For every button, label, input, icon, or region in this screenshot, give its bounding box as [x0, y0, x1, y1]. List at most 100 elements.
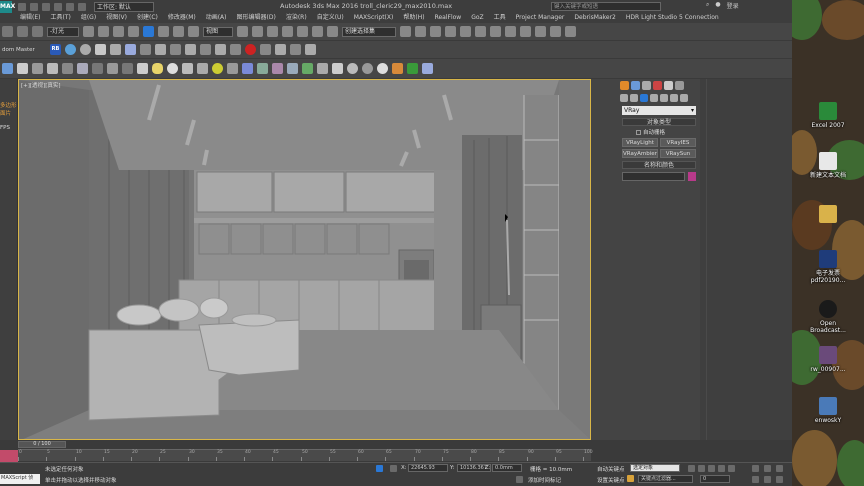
track-bar[interactable]: 0 5 10 15 20 25 30 35 40 45 50 55 60 65 70 75 80 85 90 95 10…: [18, 449, 593, 461]
add-time-tag-button[interactable]: 添加时间标记: [528, 476, 561, 484]
mode-patch-label[interactable]: 面片: [0, 109, 11, 117]
go-to-start-icon[interactable]: [688, 465, 695, 472]
vray-sun-icon[interactable]: [110, 44, 121, 55]
vray-frame-buffer-icon[interactable]: [565, 26, 576, 37]
project-folder-icon[interactable]: [78, 2, 86, 11]
zoom-extents-icon[interactable]: [776, 465, 783, 472]
scene-explorer-icon[interactable]: [445, 26, 456, 37]
workspace-dropdown[interactable]: 工作区: 默认: [94, 1, 154, 12]
plugin-1-icon[interactable]: [2, 63, 13, 74]
menu-goz[interactable]: GoZ: [471, 13, 483, 23]
cameras-icon[interactable]: [650, 94, 658, 102]
desktop-folder[interactable]: [796, 205, 860, 225]
perspective-viewport[interactable]: [+][透视][真实]: [18, 79, 591, 440]
rb-button[interactable]: RB: [50, 44, 61, 55]
systems-icon[interactable]: [680, 94, 688, 102]
search-input[interactable]: 键入关键字或短语: [551, 2, 661, 11]
menu-realflow[interactable]: RealFlow: [435, 13, 462, 23]
open-file-icon[interactable]: [30, 2, 38, 11]
spinner-snap-icon[interactable]: [327, 26, 338, 37]
shapes-icon[interactable]: [630, 94, 638, 102]
vraysun-button[interactable]: VRaySun: [660, 149, 696, 158]
menu-project-manager[interactable]: Project Manager: [516, 13, 565, 23]
menu-tools-2[interactable]: 工具: [494, 13, 506, 23]
plugin-18-icon[interactable]: [257, 63, 268, 74]
undo-icon[interactable]: [54, 2, 62, 11]
rendered-frame-icon[interactable]: [520, 26, 531, 37]
render-setup-icon[interactable]: [505, 26, 516, 37]
plugin-9-icon[interactable]: [122, 63, 133, 74]
name-color-rollout[interactable]: 名称和颜色: [622, 161, 696, 169]
curve-editor-icon[interactable]: [460, 26, 471, 37]
vray-plane-icon[interactable]: [155, 44, 166, 55]
menu-graph-editors[interactable]: 图形编辑器(D): [237, 13, 276, 23]
select-rotate-icon[interactable]: [158, 26, 169, 37]
menu-group[interactable]: 组(G): [81, 13, 96, 23]
render-teapot-icon[interactable]: [550, 26, 561, 37]
plugin-29-icon[interactable]: [422, 63, 433, 74]
light-bulb-icon[interactable]: [65, 44, 76, 55]
desktop-pdf[interactable]: 电子发票 pdf20190...: [796, 250, 860, 284]
plugin-21-icon[interactable]: [302, 63, 313, 74]
auto-grid-checkbox[interactable]: 自动栅格: [622, 128, 696, 136]
checkbox-box[interactable]: [636, 129, 641, 135]
menu-create[interactable]: 创建(C): [137, 13, 158, 23]
display-tab-icon[interactable]: [664, 81, 673, 90]
vray-dome-icon[interactable]: [125, 44, 136, 55]
plugin-11-icon[interactable]: [152, 63, 163, 74]
plugin-6-icon[interactable]: [77, 63, 88, 74]
modify-tab-icon[interactable]: [631, 81, 640, 90]
desktop-excel[interactable]: Excel 2007: [796, 102, 860, 129]
plugin-5-icon[interactable]: [62, 63, 73, 74]
window-crossing-icon[interactable]: [128, 26, 139, 37]
plugin-14-icon[interactable]: [197, 63, 208, 74]
user-icon[interactable]: ●: [715, 1, 720, 10]
zoom-all-icon[interactable]: [764, 465, 771, 472]
object-name-input[interactable]: [622, 172, 685, 181]
plugin-10-icon[interactable]: [137, 63, 148, 74]
plugin-4-icon[interactable]: [47, 63, 58, 74]
menu-modifiers[interactable]: 修改器(M): [168, 13, 196, 23]
vray-fur-icon[interactable]: [185, 44, 196, 55]
menu-animation[interactable]: 动画(A): [206, 13, 227, 23]
render-production-icon[interactable]: [535, 26, 546, 37]
plugin-28-icon[interactable]: [407, 63, 418, 74]
set-key-icon[interactable]: [627, 475, 634, 482]
ies-light-icon[interactable]: [95, 44, 106, 55]
select-object-icon[interactable]: [83, 26, 94, 37]
menu-customize[interactable]: 自定义(U): [317, 13, 344, 23]
save-file-icon[interactable]: [42, 2, 50, 11]
reference-coord-dropdown[interactable]: 视图: [203, 26, 233, 37]
menu-hdr-light-studio[interactable]: HDR Light Studio 5 Connection: [626, 13, 719, 23]
plugin-27-icon[interactable]: [392, 63, 403, 74]
light-category-select[interactable]: VRay: [622, 106, 696, 115]
snaps-toggle-icon[interactable]: [282, 26, 293, 37]
menu-rendering[interactable]: 渲染(R): [286, 13, 307, 23]
pan-icon[interactable]: [764, 476, 771, 483]
selection-set-dropdown[interactable]: 选定对象: [630, 464, 680, 472]
fov-icon[interactable]: [752, 476, 759, 483]
layer-manager-icon[interactable]: [430, 26, 441, 37]
desktop-sky-file[interactable]: enwoskY: [796, 397, 860, 424]
geometry-icon[interactable]: [620, 94, 628, 102]
vrayies-button[interactable]: VRayIES: [660, 138, 696, 147]
app-logo-icon[interactable]: MAX: [0, 0, 15, 13]
set-key-button[interactable]: 设置关键点: [597, 476, 625, 484]
new-file-icon[interactable]: [18, 2, 26, 11]
plugin-8-icon[interactable]: [107, 63, 118, 74]
maxscript-listener[interactable]: MAXScript 侦: [0, 474, 40, 484]
named-selection-dropdown[interactable]: 创建选择集: [342, 26, 396, 37]
play-icon[interactable]: [708, 465, 715, 472]
time-tag-icon[interactable]: [516, 476, 523, 483]
vray-toolbar-icon[interactable]: [215, 44, 226, 55]
mirror-icon[interactable]: [400, 26, 411, 37]
plugin-22-icon[interactable]: [317, 63, 328, 74]
schematic-view-icon[interactable]: [475, 26, 486, 37]
plugin-24-icon[interactable]: [347, 63, 358, 74]
select-place-icon[interactable]: [188, 26, 199, 37]
z-coordinate-field[interactable]: 0.0mm: [492, 464, 522, 472]
select-move-icon[interactable]: [143, 26, 154, 37]
plugin-17-icon[interactable]: [242, 63, 253, 74]
x-coordinate-field[interactable]: 22645.93: [408, 464, 448, 472]
time-slider[interactable]: 0 / 100: [18, 441, 66, 448]
